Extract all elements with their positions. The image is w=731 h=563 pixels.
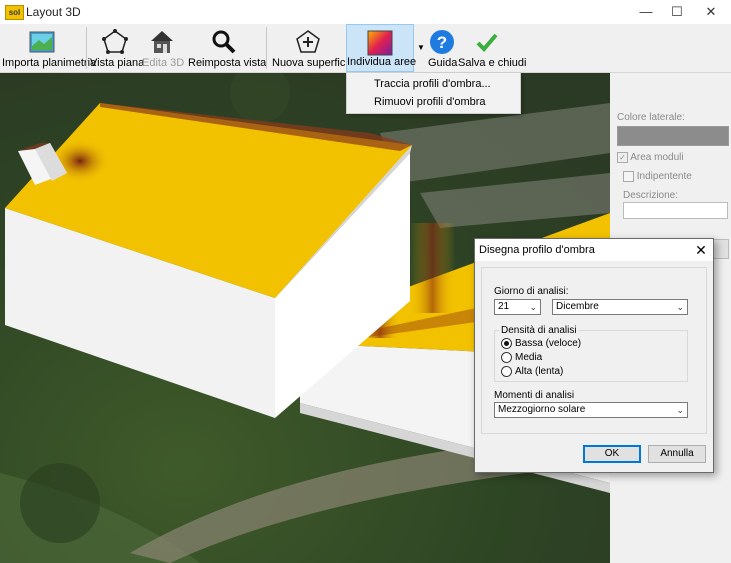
chevron-down-icon: ⌄ bbox=[676, 405, 684, 415]
reset-view-button[interactable]: Reimposta vista bbox=[188, 24, 267, 72]
chevron-down-icon: ⌄ bbox=[529, 302, 537, 312]
moments-select[interactable]: Mezzogiorno solare ⌄ bbox=[494, 402, 688, 418]
radio-selected-icon bbox=[501, 338, 512, 349]
ok-button[interactable]: OK bbox=[583, 445, 641, 463]
edit-3d-label: Edita 3D bbox=[142, 57, 185, 69]
side-color-label: Colore laterale: bbox=[617, 112, 685, 123]
dialog-title-bar: Disegna profilo d'ombra ✕ bbox=[475, 239, 713, 261]
month-value: Dicembre bbox=[556, 301, 599, 312]
find-areas-dropdown-icon[interactable]: ▼ bbox=[414, 24, 428, 72]
help-button[interactable]: ? Guida bbox=[428, 24, 458, 72]
panel-button-partial[interactable] bbox=[713, 239, 729, 259]
save-close-button[interactable]: Salva e chiudi bbox=[458, 24, 527, 72]
shadow-profile-dialog: Disegna profilo d'ombra ✕ Giorno di anal… bbox=[474, 238, 714, 473]
dialog-title: Disegna profilo d'ombra bbox=[479, 244, 595, 256]
title-bar: sol Layout 3D — ☐ ✕ bbox=[0, 0, 731, 24]
chevron-down-icon: ⌄ bbox=[676, 302, 684, 312]
density-group: Densità di analisi Bassa (veloce) Media … bbox=[494, 325, 688, 382]
help-label: Guida bbox=[428, 57, 458, 69]
find-areas-button[interactable]: Individua aree bbox=[346, 24, 417, 72]
density-option-medium-label: Media bbox=[515, 352, 543, 364]
add-surface-icon bbox=[296, 30, 320, 53]
checkbox-checked-icon: ✓ bbox=[617, 152, 628, 163]
independent-checkbox[interactable]: Indipentente bbox=[623, 171, 692, 182]
save-close-label: Salva e chiudi bbox=[458, 57, 527, 69]
flat-view-button[interactable]: Vista piana bbox=[90, 24, 145, 72]
day-value: 21 bbox=[498, 301, 510, 312]
description-label: Descrizione: bbox=[623, 190, 679, 201]
new-surface-label: Nuova superficie bbox=[272, 57, 354, 69]
flat-view-label: Vista piana bbox=[90, 57, 145, 69]
radio-icon bbox=[501, 366, 512, 377]
import-plan-label: Importa planimetria bbox=[2, 57, 97, 69]
dialog-close-icon[interactable]: ✕ bbox=[693, 241, 709, 259]
new-surface-button[interactable]: Nuova superficie bbox=[272, 24, 354, 72]
cancel-button[interactable]: Annulla bbox=[648, 445, 706, 463]
close-icon[interactable]: ✕ bbox=[694, 0, 728, 24]
density-label: Densità di analisi bbox=[499, 325, 579, 336]
house-icon bbox=[151, 31, 173, 53]
moments-value: Mezzogiorno solare bbox=[498, 404, 586, 415]
checkmark-icon bbox=[476, 33, 498, 52]
gradient-area-icon bbox=[367, 30, 393, 56]
reset-view-label: Reimposta vista bbox=[188, 57, 267, 69]
density-option-high-label: Alta (lenta) bbox=[515, 366, 564, 378]
modules-area-label: Area moduli bbox=[630, 152, 684, 164]
help-icon: ? bbox=[430, 30, 454, 54]
density-option-high[interactable]: Alta (lenta) bbox=[501, 366, 563, 380]
pentagon-icon bbox=[102, 29, 128, 54]
maximize-icon[interactable]: ☐ bbox=[660, 0, 694, 24]
edit-3d-button[interactable]: Edita 3D bbox=[142, 24, 185, 72]
import-plan-button[interactable]: Importa planimetria bbox=[2, 24, 97, 72]
menu-item-trace-shadow[interactable]: Traccia profili d'ombra... bbox=[347, 75, 520, 93]
zoom-reset-icon bbox=[212, 30, 236, 54]
moments-label: Momenti di analisi bbox=[494, 390, 575, 401]
month-select[interactable]: Dicembre ⌄ bbox=[552, 299, 688, 315]
independent-label: Indipentente bbox=[636, 171, 692, 183]
radio-icon bbox=[501, 352, 512, 363]
map-image-icon bbox=[29, 31, 55, 53]
day-label: Giorno di analisi: bbox=[494, 286, 569, 297]
description-input[interactable] bbox=[623, 202, 728, 219]
find-areas-label: Individua aree bbox=[347, 56, 417, 68]
density-option-low-label: Bassa (veloce) bbox=[515, 338, 582, 350]
find-areas-menu: Traccia profili d'ombra... Rimuovi profi… bbox=[346, 72, 521, 114]
dialog-content: Giorno di analisi: 21 ⌄ Dicembre ⌄ Densi… bbox=[481, 267, 707, 434]
window-title: Layout 3D bbox=[26, 5, 81, 19]
minimize-icon[interactable]: — bbox=[629, 0, 663, 24]
density-option-low[interactable]: Bassa (veloce) bbox=[501, 338, 581, 352]
day-select[interactable]: 21 ⌄ bbox=[494, 299, 541, 315]
toolbar: Importa planimetria Vista piana Edita 3D… bbox=[0, 24, 731, 73]
modules-area-checkbox[interactable]: ✓ Area moduli bbox=[617, 152, 684, 163]
density-option-medium[interactable]: Media bbox=[501, 352, 542, 366]
menu-item-remove-shadow[interactable]: Rimuovi profili d'ombra bbox=[347, 93, 520, 111]
side-color-swatch[interactable] bbox=[617, 126, 729, 146]
svg-text:?: ? bbox=[437, 33, 447, 52]
checkbox-unchecked-icon bbox=[623, 171, 634, 182]
app-logo-icon: sol bbox=[5, 5, 24, 20]
